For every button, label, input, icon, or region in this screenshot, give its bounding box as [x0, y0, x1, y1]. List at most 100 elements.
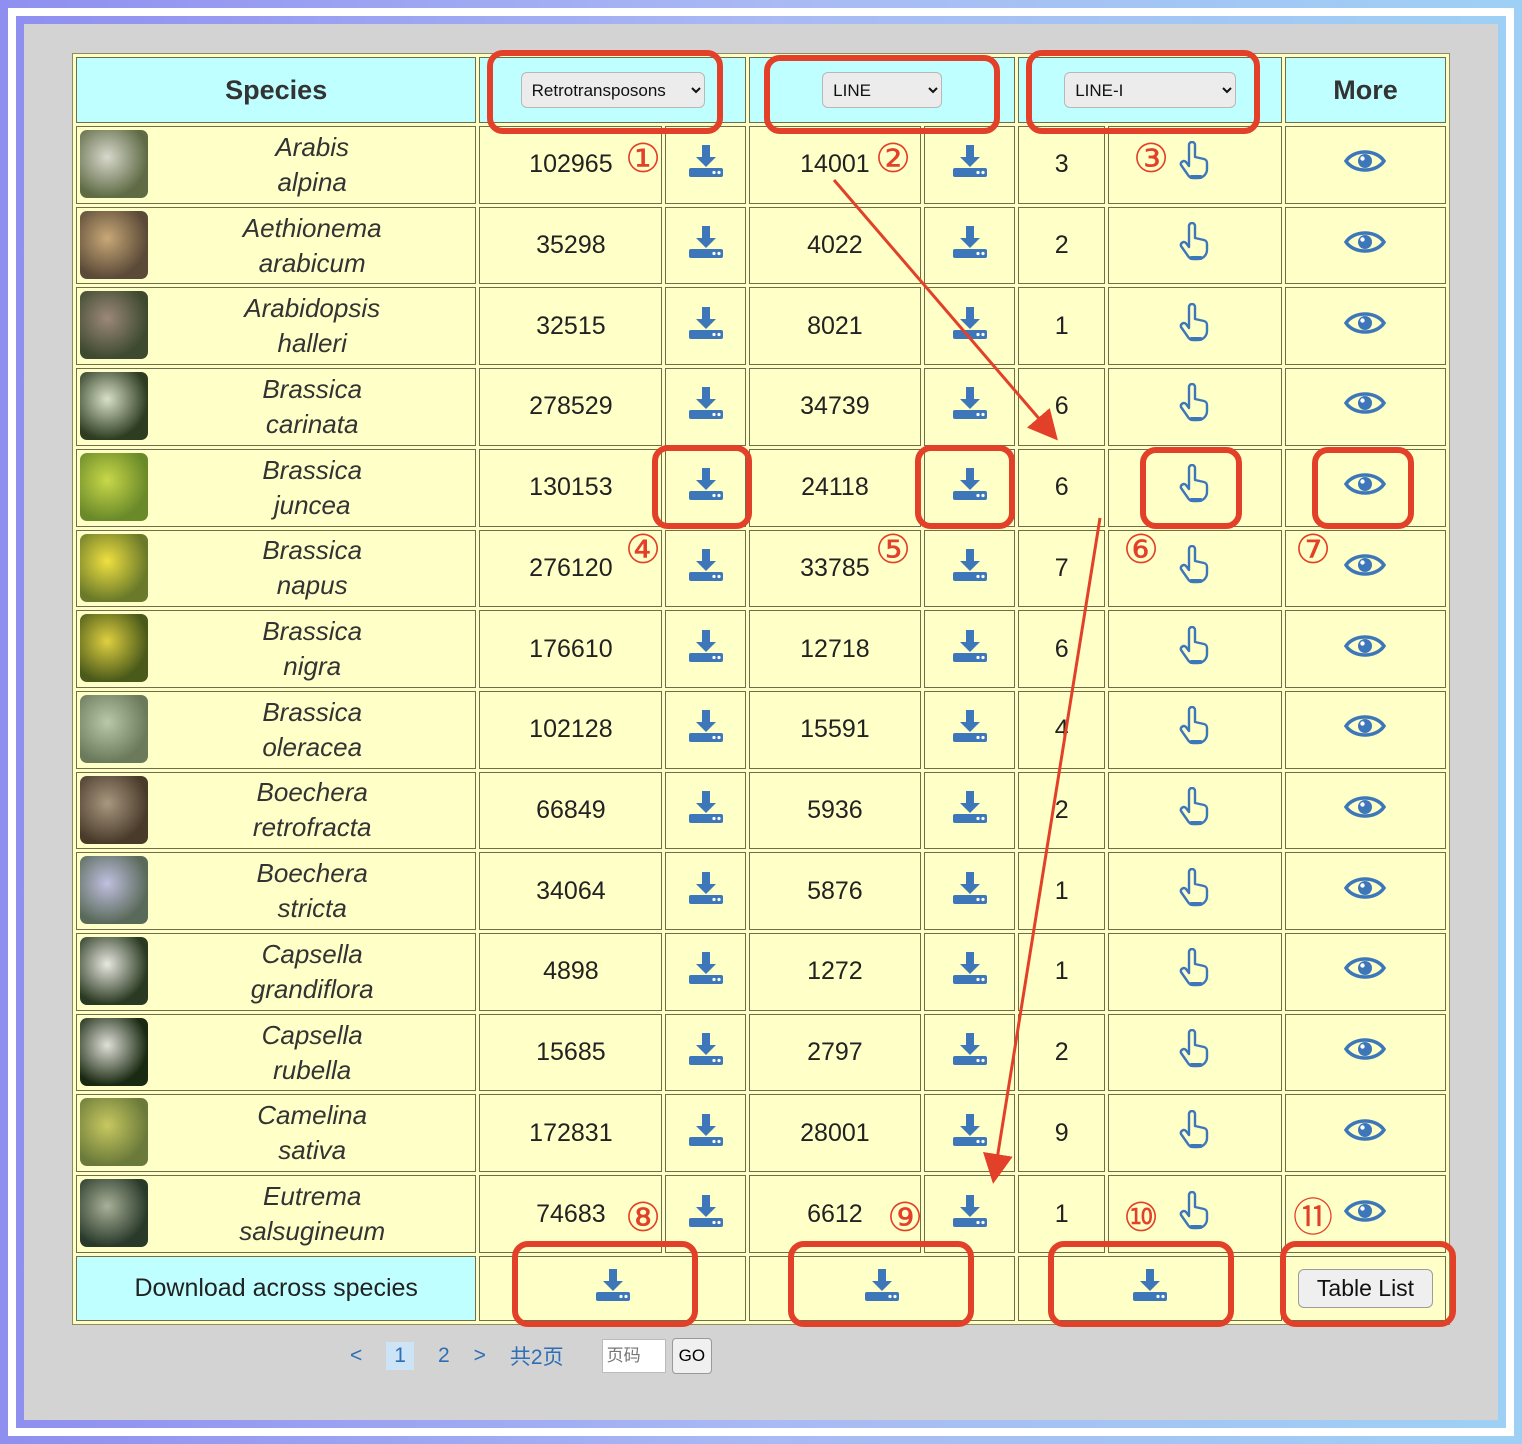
line-download-cell	[923, 1013, 1016, 1092]
eye-icon[interactable]	[1344, 632, 1387, 667]
eye-icon[interactable]	[1344, 874, 1387, 909]
prev-page-link[interactable]: <	[350, 1344, 362, 1368]
species-name: Brassica oleracea	[149, 692, 475, 768]
species-thumbnail	[80, 694, 148, 763]
total-pages-text: 共2页	[509, 1346, 564, 1369]
table-row: Arabis alpina 102965 14001 3	[76, 126, 1446, 204]
table-list-button[interactable]: Table List	[1297, 1269, 1434, 1308]
hand-pointer-icon[interactable]	[1177, 625, 1213, 673]
species-thumbnail	[80, 775, 148, 844]
download-icon[interactable]	[951, 870, 989, 913]
more-cell	[1284, 771, 1446, 850]
download-icon[interactable]	[951, 789, 989, 832]
eye-icon[interactable]	[1344, 551, 1387, 586]
download-icon[interactable]	[687, 950, 725, 993]
line-count: 2797	[748, 1013, 921, 1092]
page-1-link[interactable]: 1	[386, 1342, 414, 1370]
table-row: Capsella grandiflora 4898 1272 1	[76, 933, 1446, 1011]
te-class-select[interactable]: Retrotransposons	[520, 72, 705, 109]
page-number-input[interactable]	[601, 1339, 666, 1373]
eye-icon[interactable]	[1344, 1035, 1387, 1070]
download-icon[interactable]	[687, 708, 725, 751]
species-epithet: juncea	[273, 489, 351, 520]
hand-pointer-icon[interactable]	[1177, 221, 1213, 269]
eye-icon[interactable]	[1344, 712, 1387, 747]
hand-pointer-icon[interactable]	[1177, 706, 1213, 753]
retro-count: 34064	[479, 852, 663, 931]
species-thumbnail	[80, 614, 148, 683]
download-icon[interactable]	[687, 547, 725, 590]
download-icon[interactable]	[951, 708, 989, 751]
te-order-select[interactable]: LINE	[822, 72, 943, 109]
species-cell: Brassica napus	[76, 529, 477, 608]
download-icon[interactable]	[951, 1031, 989, 1074]
line-count: 1272	[748, 933, 921, 1011]
species-table: Species Retrotransposons LINE LINE-I Mor…	[72, 53, 1450, 1325]
download-icon[interactable]	[951, 628, 989, 671]
download-icon[interactable]	[951, 385, 989, 428]
download-icon[interactable]	[687, 628, 725, 671]
eye-icon[interactable]	[1344, 309, 1387, 344]
download-icon[interactable]	[951, 143, 989, 186]
download-icon[interactable]	[687, 224, 725, 267]
species-genus: Eutrema	[263, 1181, 362, 1212]
download-icon[interactable]	[687, 1112, 725, 1155]
download-icon[interactable]	[951, 224, 989, 267]
species-epithet: oleracea	[262, 731, 363, 762]
pagination: < 1 2 > 共2页 GO	[350, 1336, 713, 1376]
download-icon[interactable]	[951, 466, 989, 509]
download-icon[interactable]	[687, 466, 725, 509]
linei-count: 7	[1018, 529, 1105, 608]
eye-icon[interactable]	[1344, 1197, 1387, 1232]
download-icon[interactable]	[594, 1267, 632, 1310]
download-icon[interactable]	[951, 1112, 989, 1155]
te-superfamily-select[interactable]: LINE-I	[1064, 72, 1237, 109]
download-icon[interactable]	[863, 1267, 901, 1310]
species-name: Capsella rubella	[149, 1015, 475, 1091]
species-epithet: alpina	[277, 166, 347, 197]
download-icon[interactable]	[687, 789, 725, 832]
species-name: Eutrema salsugineum	[149, 1176, 475, 1252]
hand-pointer-icon[interactable]	[1177, 1109, 1213, 1157]
hand-pointer-icon[interactable]	[1177, 383, 1213, 430]
download-icon[interactable]	[687, 1031, 725, 1074]
hand-pointer-icon[interactable]	[1177, 302, 1213, 350]
species-genus: Capsella	[261, 1019, 363, 1050]
hand-pointer-icon[interactable]	[1177, 464, 1213, 511]
more-cell	[1284, 933, 1446, 1011]
line-download-cell	[923, 206, 1016, 285]
hand-pointer-icon[interactable]	[1177, 867, 1213, 915]
download-icon[interactable]	[951, 547, 989, 590]
species-cell: Arabis alpina	[76, 126, 477, 204]
eye-icon[interactable]	[1344, 954, 1387, 989]
download-icon[interactable]	[951, 305, 989, 348]
download-icon[interactable]	[951, 950, 989, 993]
go-button[interactable]: GO	[671, 1338, 713, 1374]
eye-icon[interactable]	[1344, 470, 1387, 505]
download-icon[interactable]	[951, 1193, 989, 1236]
eye-icon[interactable]	[1344, 793, 1387, 828]
download-icon[interactable]	[1131, 1267, 1169, 1310]
download-icon[interactable]	[687, 870, 725, 913]
eye-icon[interactable]	[1344, 147, 1387, 182]
hand-pointer-icon[interactable]	[1177, 948, 1213, 995]
hand-pointer-icon[interactable]	[1177, 1190, 1213, 1238]
hand-pointer-icon[interactable]	[1177, 141, 1213, 188]
species-cell: Boechera stricta	[76, 852, 477, 931]
eye-icon[interactable]	[1344, 1116, 1387, 1151]
download-icon[interactable]	[687, 305, 725, 348]
more-cell	[1284, 287, 1446, 366]
download-icon[interactable]	[687, 1193, 725, 1236]
download-icon[interactable]	[687, 143, 725, 186]
eye-icon[interactable]	[1344, 228, 1387, 263]
hand-pointer-icon[interactable]	[1177, 786, 1213, 834]
line-download-cell	[923, 448, 1016, 527]
page-2-link[interactable]: 2	[438, 1344, 450, 1368]
hand-pointer-icon[interactable]	[1177, 1028, 1213, 1076]
species-name: Arabis alpina	[149, 127, 475, 203]
next-page-link[interactable]: >	[474, 1344, 486, 1368]
linei-count: 2	[1018, 771, 1105, 850]
eye-icon[interactable]	[1344, 389, 1387, 424]
hand-pointer-icon[interactable]	[1177, 544, 1213, 592]
download-icon[interactable]	[687, 385, 725, 428]
